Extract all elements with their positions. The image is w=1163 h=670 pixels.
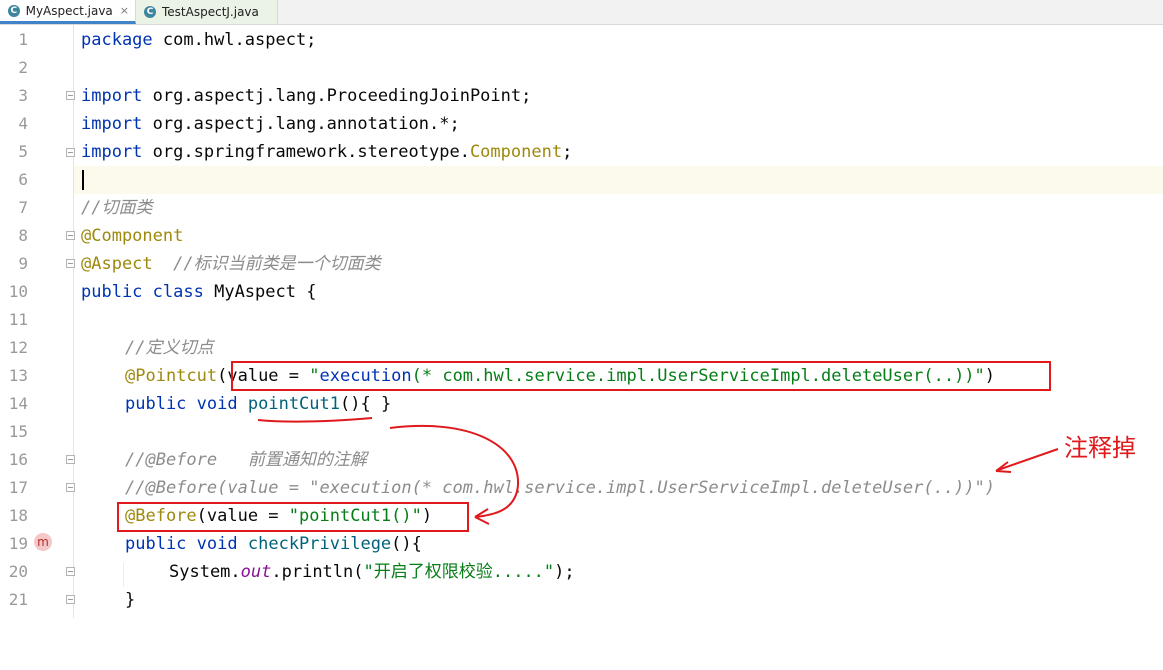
- tab-label: TestAspectJ.java: [162, 5, 259, 19]
- code-line-14: public void pointCut1(){ }: [125, 394, 392, 414]
- code-line-8: @Component: [81, 226, 184, 246]
- code-line-1: package com.hwl.aspect;: [81, 30, 317, 50]
- code-line-10: public class MyAspect {: [81, 282, 317, 302]
- code-line-4: import org.aspectj.lang.annotation.*;: [81, 114, 460, 134]
- code-line-17: //@Before(value = "execution(* com.hwl.s…: [125, 478, 995, 498]
- pointcut-value-highlight: [231, 361, 1051, 391]
- line-number: 8: [18, 226, 28, 245]
- line-number: 1: [18, 30, 28, 49]
- line-number-gutter[interactable]: 1 2 3 4 5 6 7 8 9 10 11 12 13 14 15 16 1…: [0, 25, 75, 618]
- code-line-20: System.out.println("开启了权限校验.....");: [169, 562, 575, 582]
- code-line-9: @Aspect //标识当前类是一个切面类: [81, 254, 381, 274]
- line-number: 7: [18, 198, 28, 217]
- c-class-icon: C: [8, 4, 20, 17]
- line-number: 13: [8, 366, 28, 385]
- tab-label: MyAspect.java: [25, 3, 113, 18]
- tab-testaspectj[interactable]: C TestAspectJ.java: [136, 0, 278, 24]
- code-line-5: import org.springframework.stereotype.Co…: [81, 142, 573, 162]
- code-line-3: import org.aspectj.lang.ProceedingJoinPo…: [81, 86, 532, 106]
- line-number: 16: [8, 450, 28, 469]
- line-number: 11: [8, 310, 28, 329]
- close-icon[interactable]: ×: [120, 4, 129, 17]
- comment-out-note: 注释掉: [1064, 434, 1136, 462]
- line-number: 19: [8, 534, 28, 553]
- line-number: 12: [8, 338, 28, 357]
- c-class-icon: C: [144, 6, 156, 18]
- line-number: 6: [18, 170, 28, 189]
- before-annotation-highlight: [117, 502, 469, 532]
- code-line-16: //@Before 前置通知的注解: [125, 450, 367, 470]
- tab-myaspect[interactable]: C MyAspect.java ×: [0, 0, 136, 24]
- line-number: 14: [8, 394, 28, 413]
- line-number: 20: [8, 562, 28, 581]
- line-number: 4: [18, 114, 28, 133]
- line-number: 10: [8, 282, 28, 301]
- line-number: 15: [8, 422, 28, 441]
- line-number: 2: [18, 58, 28, 77]
- text-caret: [82, 170, 84, 190]
- line-number: 5: [18, 142, 28, 161]
- code-line-21: }: [125, 590, 136, 610]
- line-number: 21: [8, 590, 28, 609]
- editor-tab-bar: C MyAspect.java × C TestAspectJ.java: [0, 0, 1163, 25]
- code-line-12: //定义切点: [125, 338, 214, 358]
- code-line-7: //切面类: [81, 198, 153, 218]
- code-line-19: public void checkPrivilege(){: [125, 534, 422, 554]
- line-number: 9: [18, 254, 28, 273]
- line-number: 3: [18, 86, 28, 105]
- method-override-icon[interactable]: m: [34, 533, 52, 551]
- line-number: 18: [8, 506, 28, 525]
- code-line-6-current: [74, 166, 1163, 194]
- line-number: 17: [8, 478, 28, 497]
